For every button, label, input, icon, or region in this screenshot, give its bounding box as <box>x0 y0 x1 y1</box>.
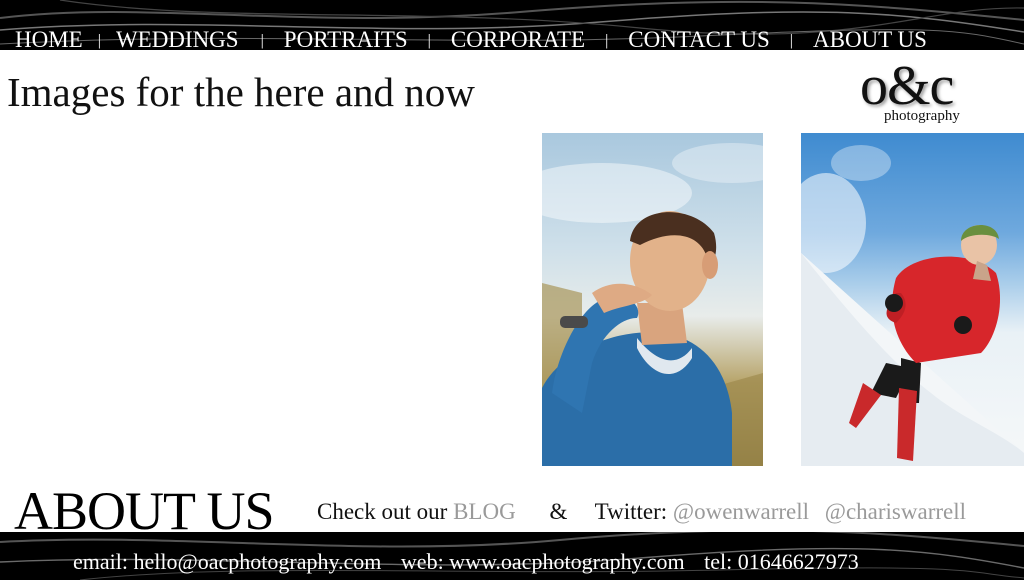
blog-link[interactable]: BLOG <box>453 499 516 524</box>
nav-home-link[interactable]: HOME <box>15 28 83 51</box>
nav-about-link[interactable]: ABOUT US <box>813 28 927 51</box>
main-nav: HOME | WEDDINGS | PORTRAITS | CORPORATE … <box>0 28 1024 51</box>
email-link[interactable]: email: hello@oacphotography.com <box>73 549 381 574</box>
top-banner: HOME | WEDDINGS | PORTRAITS | CORPORATE … <box>0 0 1024 50</box>
logo-wordmark: o&c <box>860 55 954 117</box>
page-tagline: Images for the here and now <box>7 69 475 115</box>
nav-separator: | <box>605 32 609 49</box>
ampersand-text: & <box>549 499 568 524</box>
nav-weddings-link[interactable]: WEDDINGS <box>116 28 239 51</box>
twitter-handle-owen-link[interactable]: @owenwarrell <box>673 499 809 524</box>
check-out-text: Check out our <box>317 499 448 524</box>
twitter-handle-charis-link[interactable]: @chariswarrell <box>825 499 966 524</box>
logo-subtitle: photography <box>884 108 960 124</box>
nav-separator: | <box>427 32 431 49</box>
website-link[interactable]: web: www.oacphotography.com <box>401 549 685 574</box>
nav-portraits-link[interactable]: PORTRAITS <box>284 28 408 51</box>
oac-logo[interactable]: o&c photography <box>860 58 990 128</box>
contact-info: email: hello@oacphotography.com web: www… <box>73 549 873 575</box>
twitter-label: Twitter: <box>594 499 668 524</box>
nav-contact-link[interactable]: CONTACT US <box>628 28 770 51</box>
nav-separator: | <box>97 32 101 49</box>
phone-text: tel: 01646627973 <box>704 549 859 574</box>
nav-separator: | <box>260 32 264 49</box>
nav-separator: | <box>789 32 793 49</box>
portrait-photo-man <box>542 133 763 466</box>
portrait-photo-woman <box>801 133 1024 466</box>
footer-banner: email: hello@oacphotography.com web: www… <box>0 532 1024 580</box>
social-links-line: Check out our BLOG & Twitter: @owenwarre… <box>317 499 966 525</box>
nav-corporate-link[interactable]: CORPORATE <box>451 28 585 51</box>
